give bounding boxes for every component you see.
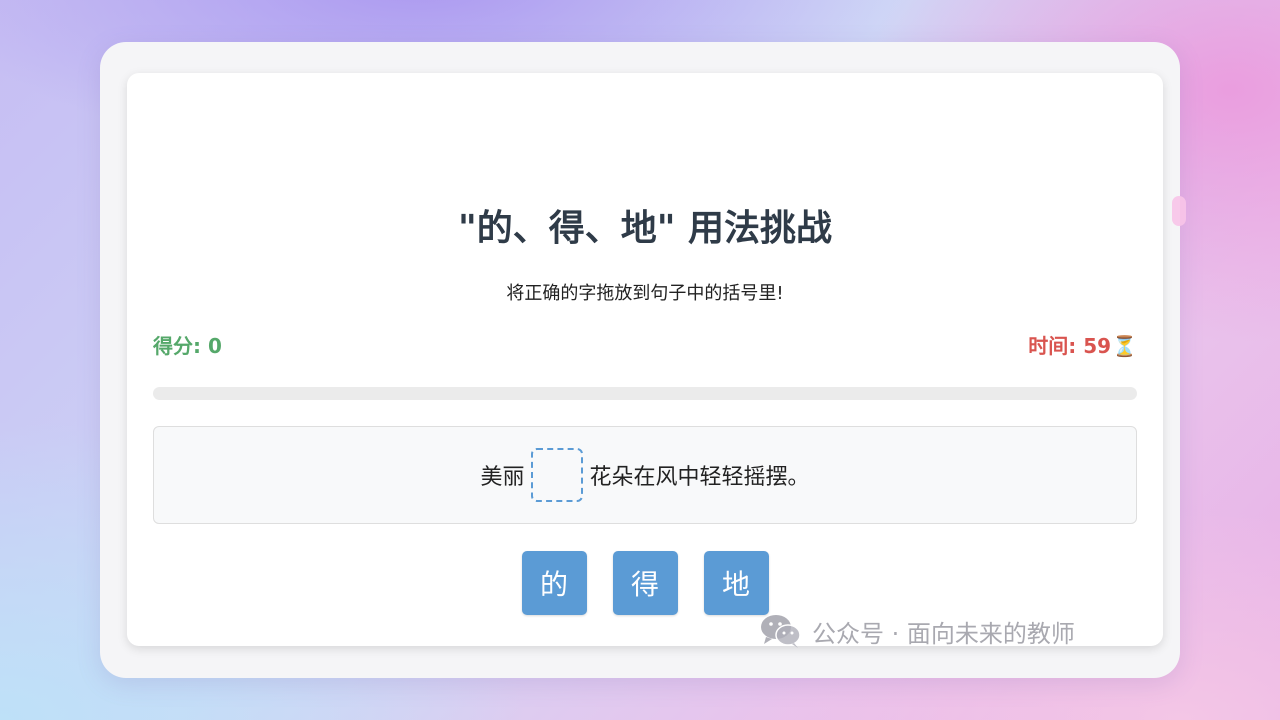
option-tile-de-complement[interactable]: 得 <box>612 551 678 615</box>
progress-bar <box>153 387 1137 400</box>
hourglass-icon: ⏳ <box>1112 334 1137 358</box>
score-display: 得分: 0 <box>153 334 222 358</box>
sentence-suffix: 花朵在风中轻轻摇摆。 <box>589 465 810 490</box>
timer-display: 时间: 59⏳ <box>1028 332 1137 360</box>
watermark-text: 公众号 · 面向未来的教师 <box>812 619 1075 648</box>
instruction-text: 将正确的字拖放到句子中的括号里! <box>506 283 784 304</box>
option-tile-de-adverbial[interactable]: 地 <box>703 551 769 615</box>
page-title: "的、得、地" 用法挑战 <box>457 208 833 249</box>
watermark: 公众号 · 面向未来的教师 <box>760 613 1075 649</box>
option-tile-de-possessive[interactable]: 的 <box>521 551 587 615</box>
game-card: "的、得、地" 用法挑战 将正确的字拖放到句子中的括号里! 得分: 0 时间: … <box>127 73 1163 646</box>
timer-label: 时间: 59 <box>1028 334 1112 358</box>
drop-zone-blank[interactable] <box>530 448 583 502</box>
decorative-blob <box>1172 196 1186 226</box>
option-tiles: 的 得 地 <box>127 551 1163 615</box>
wechat-icon <box>761 615 801 648</box>
sentence-box: 美丽 花朵在风中轻轻摇摆。 <box>153 426 1137 524</box>
sentence-prefix: 美丽 <box>480 465 525 490</box>
